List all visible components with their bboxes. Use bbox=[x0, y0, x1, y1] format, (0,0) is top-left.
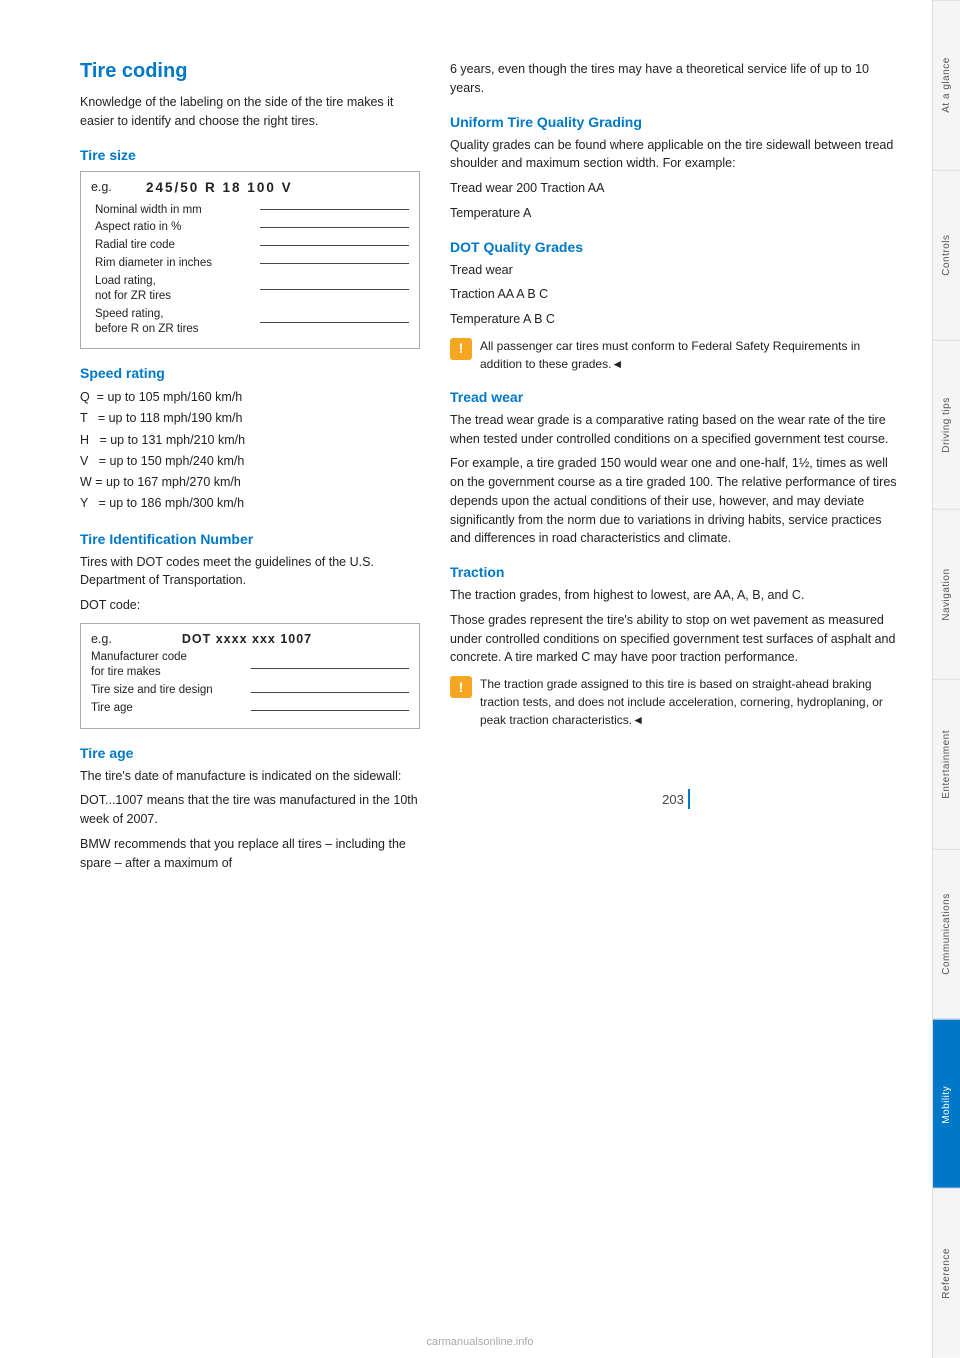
sidebar-tab-at-a-glance[interactable]: At a glance bbox=[933, 0, 960, 170]
speed-item-y: Y = up to 186 mph/300 km/h bbox=[80, 493, 420, 514]
traction-p2: Those grades represent the tire's abilit… bbox=[450, 611, 902, 667]
watermark: carmanualsonline.info bbox=[426, 1336, 533, 1348]
page-bar bbox=[688, 789, 690, 809]
dot-row-1: Manufacturer codefor tire makes bbox=[91, 650, 409, 680]
dot-quality-list: Tread wear Traction AA A B C Temperature… bbox=[450, 261, 902, 329]
sidebar: At a glance Controls Driving tips Naviga… bbox=[932, 0, 960, 1358]
sidebar-tab-communications[interactable]: Communications bbox=[933, 849, 960, 1019]
dot-row-3: Tire age bbox=[91, 701, 409, 716]
dot-quality-warning: ! All passenger car tires must conform t… bbox=[450, 337, 902, 373]
traction-p1: The traction grades, from highest to low… bbox=[450, 586, 902, 605]
uniform-quality-heading: Uniform Tire Quality Grading bbox=[450, 114, 902, 130]
dot-eg-value: DOT xxxx xxx 1007 bbox=[182, 632, 312, 646]
dot-box: e.g. DOT xxxx xxx 1007 Manufacturer code… bbox=[80, 623, 420, 729]
sidebar-tab-navigation[interactable]: Navigation bbox=[933, 509, 960, 679]
tire-age-p2: DOT...1007 means that the tire was manuf… bbox=[80, 791, 420, 829]
tire-identification-heading: Tire Identification Number bbox=[80, 531, 420, 547]
tire-size-box: e.g. 245/50 R 18 100 V Nominal width in … bbox=[80, 171, 420, 350]
sidebar-tab-driving-tips[interactable]: Driving tips bbox=[933, 340, 960, 510]
speed-list: Q = up to 105 mph/160 km/h T = up to 118… bbox=[80, 387, 420, 515]
sidebar-tab-entertainment[interactable]: Entertainment bbox=[933, 679, 960, 849]
traction-warning-text: The traction grade assigned to this tire… bbox=[480, 675, 902, 729]
tire-size-heading: Tire size bbox=[80, 147, 420, 163]
speed-item-t: T = up to 118 mph/190 km/h bbox=[80, 408, 420, 429]
right-column: 6 years, even though the tires may have … bbox=[450, 60, 902, 1318]
dot-eg-label: e.g. bbox=[91, 632, 112, 646]
tread-wear-heading: Tread wear bbox=[450, 389, 902, 405]
tire-size-row-4: Rim diameter in inches bbox=[95, 256, 409, 271]
page-container: Tire coding Knowledge of the labeling on… bbox=[0, 0, 960, 1358]
main-content: Tire coding Knowledge of the labeling on… bbox=[0, 0, 932, 1358]
intro-text: Knowledge of the labeling on the side of… bbox=[80, 93, 420, 131]
tire-size-row-5: Load rating,not for ZR tires bbox=[95, 274, 409, 304]
tire-age-heading: Tire age bbox=[80, 745, 420, 761]
tire-size-diagram: Nominal width in mm Aspect ratio in % Ra… bbox=[91, 203, 409, 338]
tire-identification-intro: Tires with DOT codes meet the guidelines… bbox=[80, 553, 420, 591]
traction-warning: ! The traction grade assigned to this ti… bbox=[450, 675, 902, 729]
uniform-example1: Tread wear 200 Traction AA bbox=[450, 179, 902, 198]
tire-age-p3: BMW recommends that you replace all tire… bbox=[80, 835, 420, 873]
tread-wear-p2: For example, a tire graded 150 would wea… bbox=[450, 454, 902, 548]
dot-quality-item-3: Temperature A B C bbox=[450, 310, 902, 329]
dot-quality-warning-text: All passenger car tires must conform to … bbox=[480, 337, 902, 373]
right-intro: 6 years, even though the tires may have … bbox=[450, 60, 902, 98]
dot-eg-line: e.g. DOT xxxx xxx 1007 bbox=[91, 632, 409, 646]
page-number: 203 bbox=[662, 792, 684, 807]
dot-row-2: Tire size and tire design bbox=[91, 683, 409, 698]
dot-quality-heading: DOT Quality Grades bbox=[450, 239, 902, 255]
dot-diagram-rows: Manufacturer codefor tire makes Tire siz… bbox=[91, 650, 409, 716]
sidebar-tab-controls[interactable]: Controls bbox=[933, 170, 960, 340]
warning-icon-2: ! bbox=[450, 676, 472, 698]
tire-age-p1: The tire's date of manufacture is indica… bbox=[80, 767, 420, 786]
tire-size-row-2: Aspect ratio in % bbox=[95, 220, 409, 235]
traction-heading: Traction bbox=[450, 564, 902, 580]
tire-size-row-6: Speed rating,before R on ZR tires bbox=[95, 307, 409, 337]
warning-icon-1: ! bbox=[450, 338, 472, 360]
speed-item-h: H = up to 131 mph/210 km/h bbox=[80, 430, 420, 451]
speed-item-v: V = up to 150 mph/240 km/h bbox=[80, 451, 420, 472]
page-number-area: 203 bbox=[450, 789, 902, 809]
page-title: Tire coding bbox=[80, 60, 420, 83]
eg-label: e.g. bbox=[91, 180, 126, 194]
tire-size-row-3: Radial tire code bbox=[95, 238, 409, 253]
tread-wear-p1: The tread wear grade is a comparative ra… bbox=[450, 411, 902, 449]
sidebar-tab-reference[interactable]: Reference bbox=[933, 1188, 960, 1358]
dot-quality-item-2: Traction AA A B C bbox=[450, 285, 902, 304]
speed-item-q: Q = up to 105 mph/160 km/h bbox=[80, 387, 420, 408]
left-column: Tire coding Knowledge of the labeling on… bbox=[80, 60, 420, 1318]
uniform-quality-text: Quality grades can be found where applic… bbox=[450, 136, 902, 174]
speed-rating-heading: Speed rating bbox=[80, 365, 420, 381]
sidebar-tab-mobility[interactable]: Mobility bbox=[933, 1019, 960, 1189]
dot-quality-item-1: Tread wear bbox=[450, 261, 902, 280]
tire-size-eg-line: e.g. 245/50 R 18 100 V bbox=[91, 180, 409, 195]
uniform-example2: Temperature A bbox=[450, 204, 902, 223]
dot-code-label: DOT code: bbox=[80, 596, 420, 615]
tire-size-row-1: Nominal width in mm bbox=[95, 203, 409, 218]
tire-size-value: 245/50 R 18 100 V bbox=[146, 180, 293, 195]
speed-item-w: W = up to 167 mph/270 km/h bbox=[80, 472, 420, 493]
